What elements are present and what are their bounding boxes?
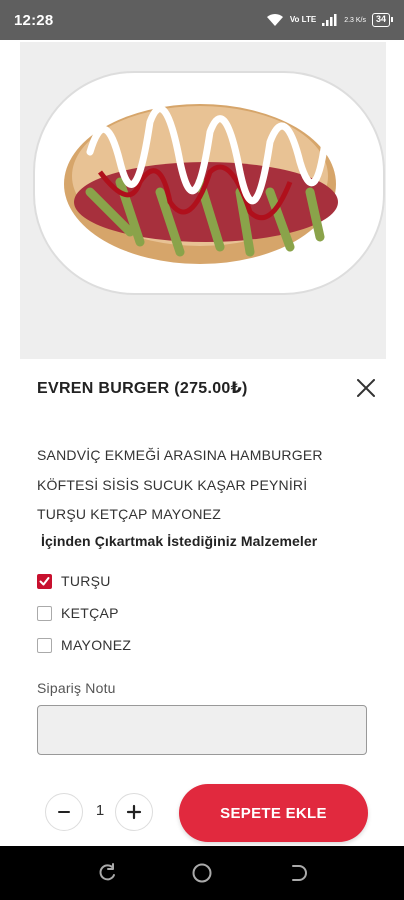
back-icon — [291, 865, 307, 881]
product-sheet: EVREN BURGER (275.00₺) SANDVİÇ EKMEĞİ AR… — [0, 40, 404, 846]
sandwich-photo-icon — [20, 42, 386, 359]
minus-icon — [58, 811, 70, 813]
add-to-cart-button[interactable]: SEPETE EKLE — [179, 784, 368, 842]
wifi-icon — [266, 13, 283, 26]
network-label: Vo LTE — [289, 15, 317, 24]
checkbox-mayonez[interactable] — [37, 637, 52, 653]
description-line: SANDVİÇ EKMEĞİ ARASINA HAMBURGER — [37, 447, 323, 463]
nav-home-button[interactable] — [182, 853, 222, 893]
nav-back-button[interactable] — [277, 853, 317, 893]
close-icon — [357, 379, 375, 397]
nav-recent-button[interactable] — [87, 853, 127, 893]
description-line: TURŞU KETÇAP MAYONEZ — [37, 506, 221, 522]
title-row: EVREN BURGER (275.00₺) — [37, 376, 378, 400]
quantity-decrease-button[interactable] — [45, 793, 83, 831]
status-time: 12:28 — [14, 11, 54, 29]
checkbox-tursu[interactable] — [37, 573, 52, 589]
option-label: MAYONEZ — [61, 637, 132, 653]
order-note-label: Sipariş Notu — [37, 680, 116, 696]
product-title: EVREN BURGER (275.00₺) — [37, 380, 248, 397]
close-button[interactable] — [354, 376, 378, 400]
status-icons: Vo LTE 2.3 K/s 34 — [266, 13, 394, 27]
product-description: SANDVİÇ EKMEĞİ ARASINA HAMBURGER KÖFTESİ… — [37, 441, 357, 530]
plus-icon — [126, 804, 142, 820]
data-speed: 2.3 K/s — [344, 16, 366, 24]
recent-apps-icon — [99, 863, 116, 881]
battery-icon: 34 — [371, 13, 394, 27]
option-label: TURŞU — [61, 573, 111, 589]
signal-icon — [322, 14, 337, 26]
option-ketcap[interactable]: KETÇAP — [37, 597, 131, 629]
home-icon — [192, 863, 212, 883]
navigation-bar — [0, 846, 404, 900]
option-mayonez[interactable]: MAYONEZ — [37, 629, 131, 661]
option-tursu[interactable]: TURŞU — [37, 565, 131, 597]
ingredient-options: TURŞU KETÇAP MAYONEZ — [37, 565, 131, 661]
status-bar: 12:28 Vo LTE 2.3 K/s 34 — [0, 0, 404, 40]
checkmark-icon — [39, 576, 50, 585]
order-note-input[interactable] — [37, 705, 367, 755]
quantity-increase-button[interactable] — [115, 793, 153, 831]
option-label: KETÇAP — [61, 605, 119, 621]
quantity-value: 1 — [95, 802, 105, 819]
checkbox-ketcap[interactable] — [37, 605, 52, 621]
description-line: KÖFTESİ SİSİS SUCUK KAŞAR PEYNİRİ — [37, 476, 308, 493]
remove-ingredients-heading: İçinden Çıkartmak İstediğiniz Malzemeler — [41, 533, 318, 549]
product-image — [20, 42, 386, 359]
